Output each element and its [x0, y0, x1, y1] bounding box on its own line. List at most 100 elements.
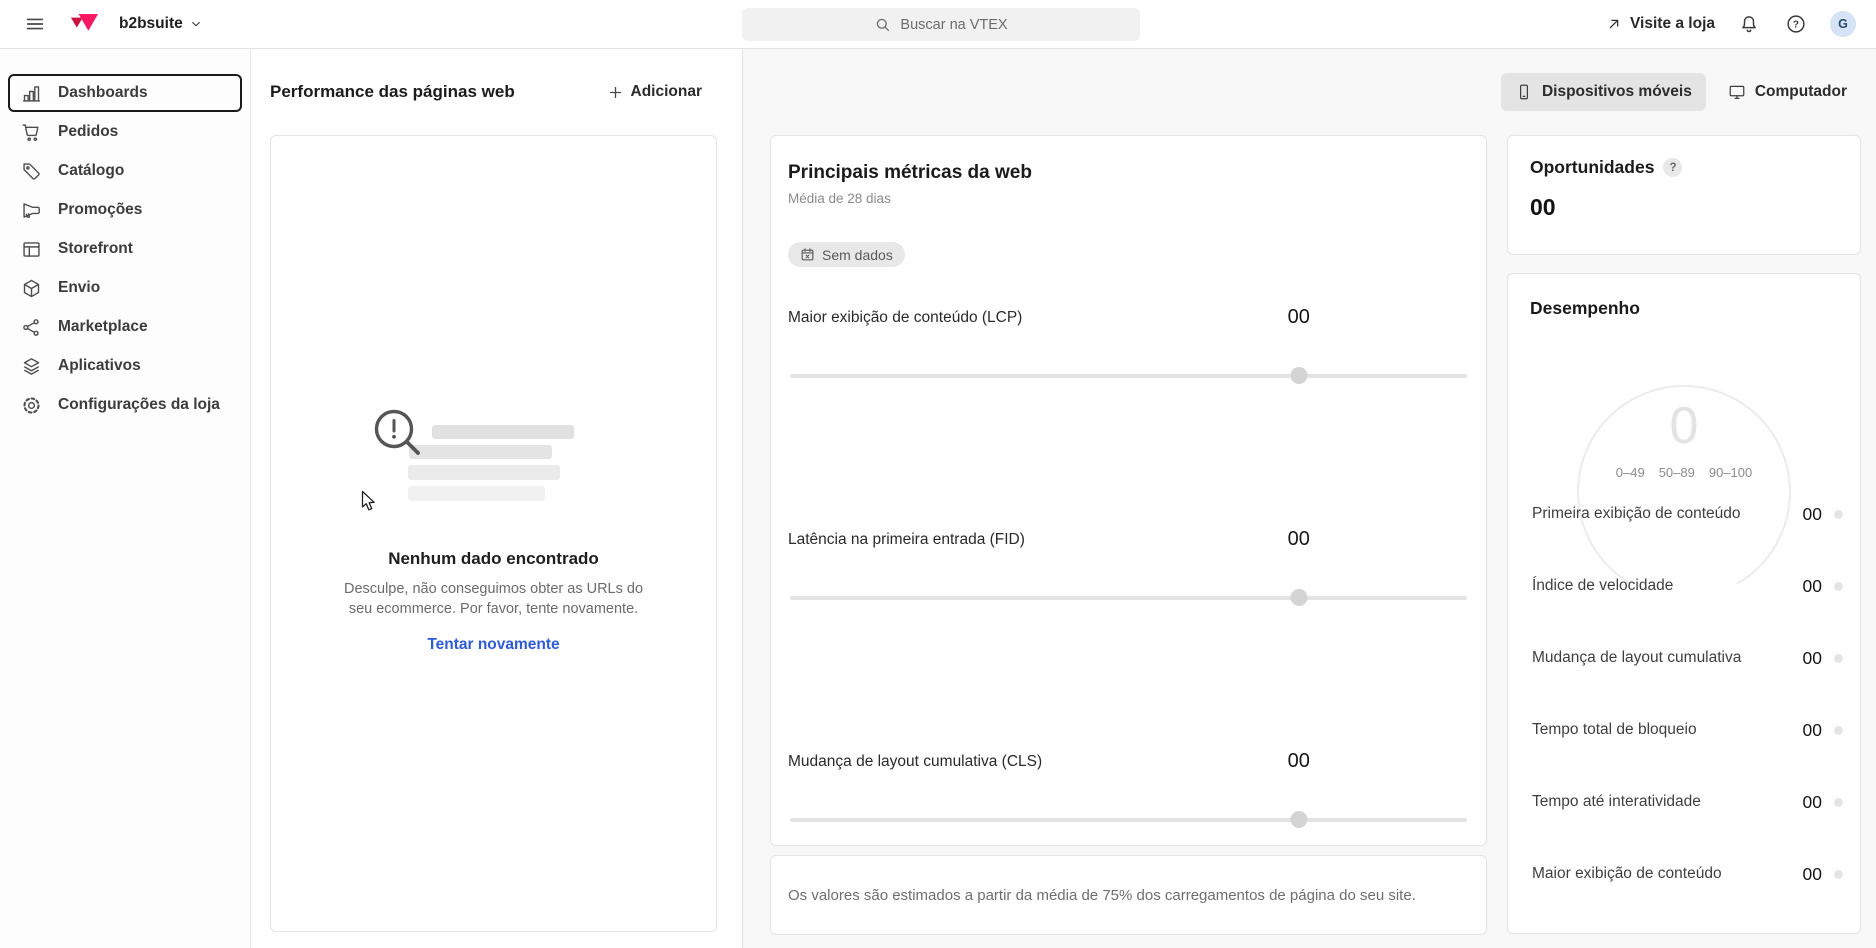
no-data-badge: Sem dados — [788, 242, 905, 267]
notifications-bell-button[interactable] — [1736, 11, 1762, 37]
metrics-panel: Dispositivos móveis Computador Principai… — [743, 49, 1876, 948]
store-settings-gear-icon — [20, 395, 42, 416]
metric-label: Mudança de layout cumulativa (CLS) — [788, 753, 1042, 770]
topbar: b2bsuite Buscar na VTEX Visite a loja ? … — [0, 0, 1876, 49]
performance-metric-row-tempo-total-de-bloqueio: Tempo total de bloqueio 00 — [1508, 694, 1860, 766]
footnote-text: Os valores são estimados a partir da méd… — [788, 887, 1416, 904]
orders-cart-icon — [20, 122, 42, 143]
help-icon: ? — [1785, 13, 1807, 35]
external-link-icon — [1606, 16, 1622, 32]
retry-button[interactable]: Tentar novamente — [421, 635, 565, 655]
metric-value: 00 — [1288, 528, 1310, 551]
status-dot-icon — [1834, 726, 1843, 735]
bell-icon — [1738, 13, 1760, 35]
performance-metric-label: Índice de velocidade — [1532, 577, 1803, 595]
performance-metric-row-tempo-ate-interatividade: Tempo até interatividade 00 — [1508, 766, 1860, 838]
search-icon — [874, 16, 891, 33]
page-title: Performance das páginas web — [270, 82, 515, 102]
pages-panel: Performance das páginas web Adicionar Ne… — [251, 49, 743, 948]
sidebar-item-configuracoes-da-loja[interactable]: Configurações da loja — [8, 386, 242, 424]
apps-layers-icon — [20, 356, 42, 377]
promotions-megaphone-icon — [20, 200, 42, 221]
opportunities-value: 00 — [1530, 194, 1838, 221]
metric-value: 00 — [1288, 306, 1310, 329]
sidebar-item-marketplace[interactable]: Marketplace — [8, 308, 242, 346]
metric-slider[interactable] — [788, 589, 1469, 606]
magnifier-alert-icon — [369, 404, 429, 464]
slider-track — [790, 818, 1467, 822]
status-dot-icon — [1834, 510, 1843, 519]
account-switcher[interactable]: b2bsuite — [119, 15, 203, 33]
dashboards-icon — [20, 83, 42, 104]
storefront-icon — [20, 239, 42, 260]
performance-metric-value: 00 — [1803, 864, 1822, 885]
status-dot-icon — [1834, 870, 1843, 879]
device-toggle-mobile[interactable]: Dispositivos móveis — [1501, 73, 1706, 111]
sidebar-item-envio[interactable]: Envio — [8, 269, 242, 307]
performance-metric-value: 00 — [1803, 792, 1822, 813]
opportunities-card: Oportunidades ? 00 — [1507, 135, 1861, 255]
slider-handle[interactable] — [1290, 811, 1307, 828]
status-dot-icon — [1834, 654, 1843, 663]
performance-metric-value: 00 — [1803, 648, 1822, 669]
slider-handle[interactable] — [1290, 589, 1307, 606]
sidebar-item-dashboards[interactable]: Dashboards — [8, 74, 242, 112]
visit-store-link[interactable]: Visite a loja — [1606, 15, 1715, 33]
search-placeholder: Buscar na VTEX — [900, 17, 1007, 33]
performance-metric-value: 00 — [1803, 504, 1822, 525]
metric-slider[interactable] — [788, 367, 1469, 384]
performance-metric-label: Tempo total de bloqueio — [1532, 721, 1803, 739]
shipping-box-icon — [20, 278, 42, 299]
hamburger-menu-button[interactable] — [20, 9, 50, 39]
user-avatar[interactable]: G — [1830, 11, 1856, 37]
performance-metric-row-mudanca-de-layout-cumulativa: Mudança de layout cumulativa 00 — [1508, 622, 1860, 694]
marketplace-share-icon — [20, 317, 42, 338]
empty-state-description: Desculpe, não conseguimos obter as URLs … — [344, 579, 644, 619]
web-vital-metric-maior-exibicao-de-conteudo-lcp: Maior exibição de conteúdo (LCP) 00 — [788, 309, 1469, 384]
metric-label: Maior exibição de conteúdo (LCP) — [788, 309, 1022, 326]
performance-metric-label: Tempo até interatividade — [1532, 793, 1803, 811]
sidebar-item-promocoes[interactable]: Promoções — [8, 191, 242, 229]
device-toggle-desktop[interactable]: Computador — [1714, 73, 1861, 111]
web-vital-metric-mudanca-de-layout-cumulativa-cls: Mudança de layout cumulativa (CLS) 00 — [788, 753, 1469, 828]
performance-metric-label: Mudança de layout cumulativa — [1532, 649, 1803, 667]
opportunities-title: Oportunidades — [1530, 157, 1654, 178]
mobile-phone-icon — [1515, 83, 1533, 101]
empty-state-title: Nenhum dado encontrado — [388, 549, 599, 569]
status-dot-icon — [1834, 798, 1843, 807]
desktop-monitor-icon — [1728, 83, 1746, 101]
vtex-logo-icon — [70, 11, 99, 37]
metric-value: 00 — [1288, 750, 1310, 773]
slider-track — [790, 596, 1467, 600]
empty-state-illustration — [394, 413, 594, 509]
sidebar-item-aplicativos[interactable]: Aplicativos — [8, 347, 242, 385]
svg-text:?: ? — [1793, 20, 1799, 31]
sidebar-item-pedidos[interactable]: Pedidos — [8, 113, 242, 151]
performance-gauge-value: 0 — [1508, 400, 1860, 452]
web-vitals-title: Principais métricas da web — [788, 162, 1469, 184]
chevron-down-icon — [189, 17, 203, 31]
empty-state-card: Nenhum dado encontrado Desculpe, não con… — [270, 135, 717, 932]
slider-handle[interactable] — [1290, 367, 1307, 384]
sidebar: Dashboards Pedidos Catálogo Promoções St… — [0, 49, 251, 948]
add-page-button[interactable]: Adicionar — [603, 77, 706, 107]
performance-metric-row-maior-exibicao-de-conteudo: Maior exibição de conteúdo 00 — [1508, 838, 1860, 910]
performance-metric-value: 00 — [1803, 576, 1822, 597]
calendar-x-icon — [800, 247, 815, 262]
plus-icon — [607, 84, 624, 101]
sidebar-item-catalogo[interactable]: Catálogo — [8, 152, 242, 190]
vtex-admin-app: b2bsuite Buscar na VTEX Visite a loja ? … — [0, 0, 1876, 948]
performance-metric-value: 00 — [1803, 720, 1822, 741]
metric-slider[interactable] — [788, 811, 1469, 828]
account-name: b2bsuite — [119, 15, 183, 33]
help-button[interactable]: ? — [1783, 11, 1809, 37]
performance-title: Desempenho — [1508, 298, 1860, 319]
status-dot-icon — [1834, 582, 1843, 591]
catalog-tag-icon — [20, 161, 42, 182]
sidebar-item-storefront[interactable]: Storefront — [8, 230, 242, 268]
opportunities-help-icon[interactable]: ? — [1663, 158, 1682, 177]
web-vitals-subtitle: Média de 28 dias — [788, 191, 1469, 206]
web-vitals-card: Principais métricas da web Média de 28 d… — [770, 135, 1487, 846]
performance-metric-label: Maior exibição de conteúdo — [1532, 865, 1803, 883]
search-input[interactable]: Buscar na VTEX — [742, 8, 1140, 41]
